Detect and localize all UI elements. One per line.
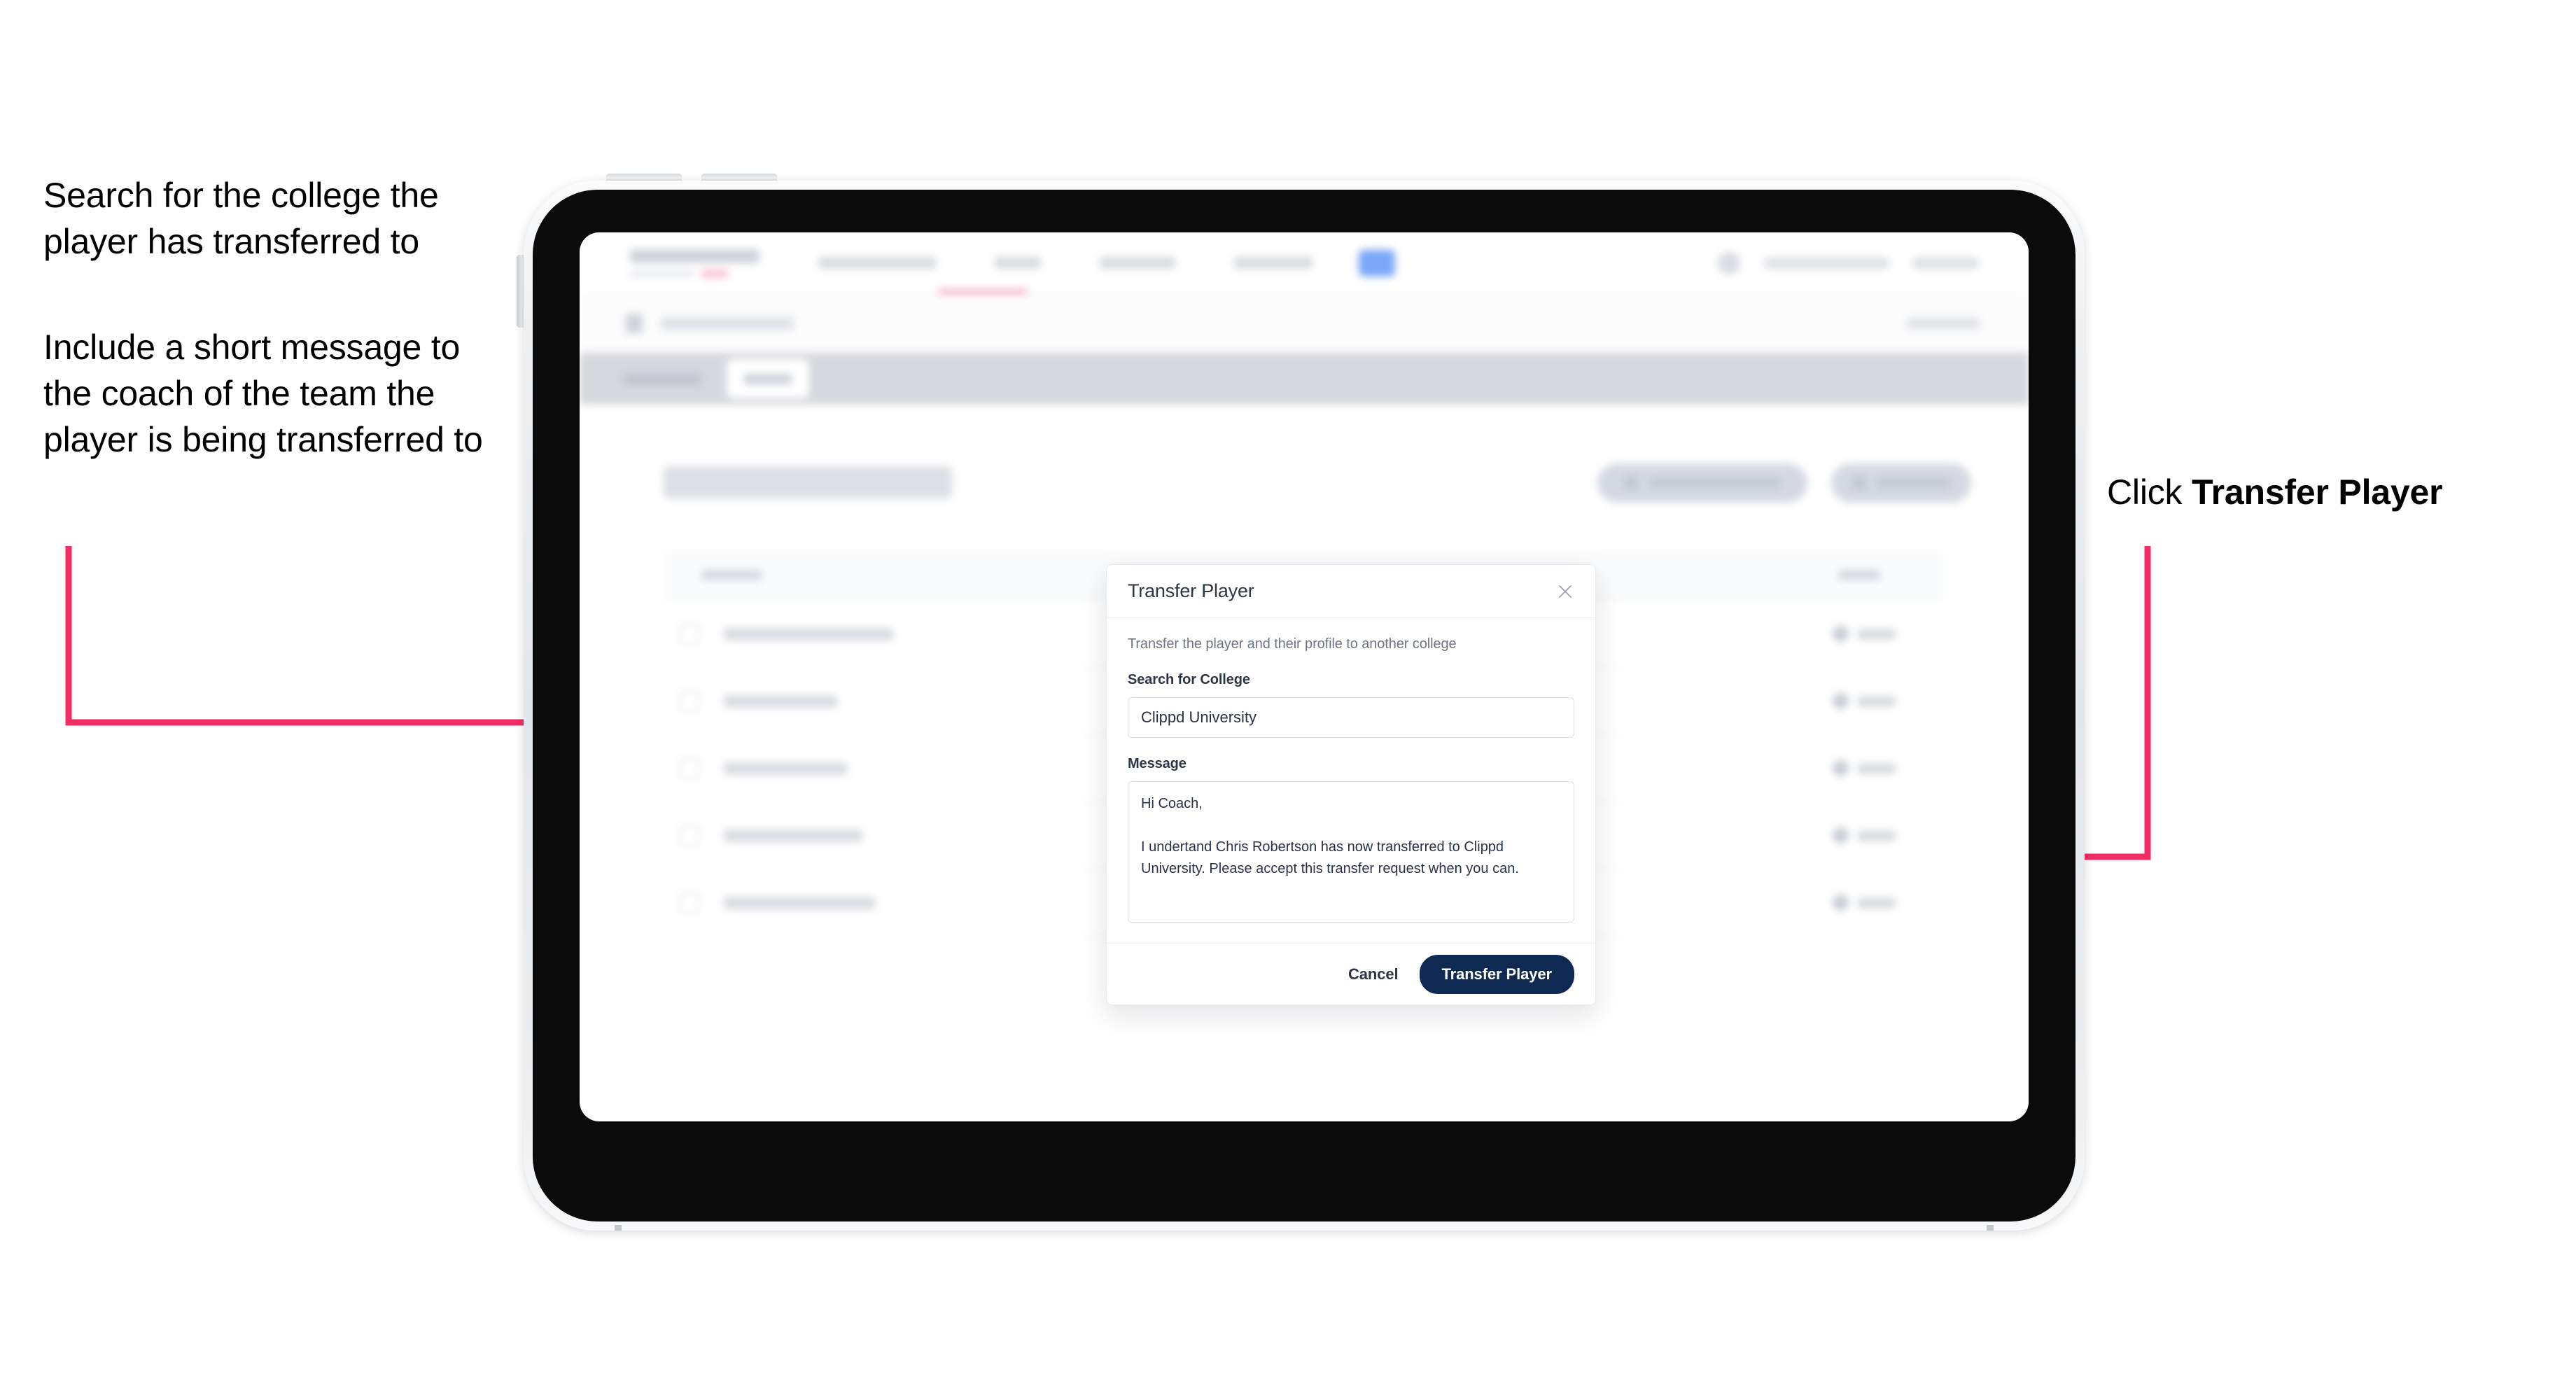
modal-footer: Cancel Transfer Player	[1107, 943, 1595, 1004]
annotation-click-transfer-player: Click Transfer Player	[2107, 469, 2541, 515]
modal-body: Transfer the player and their profile to…	[1107, 618, 1595, 943]
modal-layer: Transfer Player Transfer the player and …	[580, 232, 2029, 1121]
tablet-device-frame: Transfer Player Transfer the player and …	[524, 181, 2085, 1231]
transfer-player-modal: Transfer Player Transfer the player and …	[1106, 564, 1596, 1005]
message-field-label: Message	[1128, 756, 1186, 771]
cancel-button[interactable]: Cancel	[1348, 965, 1399, 983]
close-icon[interactable]	[1553, 580, 1577, 603]
annotation-search-college: Search for the college the player has tr…	[43, 176, 439, 261]
field-spacer	[1128, 738, 1574, 756]
modal-title: Transfer Player	[1128, 580, 1254, 601]
transfer-player-submit-button[interactable]: Transfer Player	[1419, 954, 1574, 994]
antenna-line-right	[1987, 1225, 1994, 1231]
screenshot-canvas: Search for the college the player has tr…	[0, 0, 2576, 1386]
annotation-right-prefix: Click	[2107, 472, 2192, 512]
antenna-line-left	[615, 1225, 622, 1231]
modal-header: Transfer Player	[1107, 565, 1595, 618]
tablet-screen: Transfer Player Transfer the player and …	[580, 232, 2029, 1121]
message-textarea[interactable]	[1128, 781, 1574, 923]
annotation-include-message: Include a short message to the coach of …	[43, 328, 483, 459]
modal-subtitle: Transfer the player and their profile to…	[1128, 636, 1457, 652]
annotation-right-bold: Transfer Player	[2192, 472, 2443, 512]
search-college-input[interactable]	[1128, 697, 1574, 738]
college-field-label: Search for College	[1128, 672, 1250, 687]
